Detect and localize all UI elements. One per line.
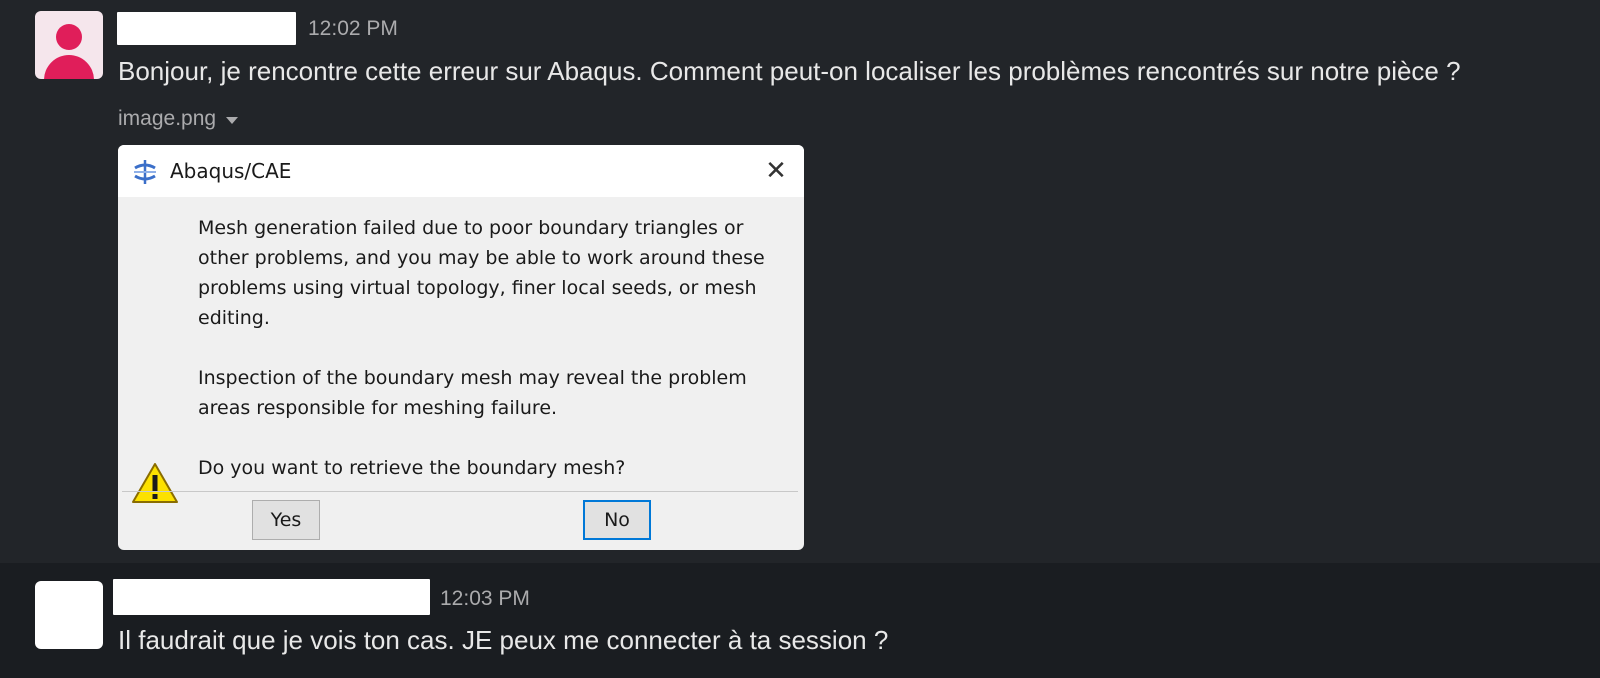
redacted-username[interactable]	[117, 12, 296, 45]
dialog-titlebar: Abaqus/CAE ✕	[118, 145, 804, 197]
avatar-body-shape	[44, 55, 94, 79]
warning-icon	[132, 463, 178, 503]
message-timestamp[interactable]: 12:02 PM	[308, 17, 398, 41]
attachment-image[interactable]: Abaqus/CAE ✕ Mesh generation failed due …	[118, 145, 804, 550]
dialog-title: Abaqus/CAE	[170, 159, 292, 183]
message-1: 12:02 PM Bonjour, je rencontre cette err…	[0, 0, 1600, 563]
chevron-down-icon[interactable]	[226, 117, 239, 124]
abaqus-icon	[134, 160, 156, 184]
message-text: Il faudrait que je vois ton cas. JE peux…	[118, 625, 889, 655]
user-avatar[interactable]	[35, 581, 103, 649]
dialog-paragraph: Mesh generation failed due to poor bound…	[198, 217, 765, 329]
dialog-message: Mesh generation failed due to poor bound…	[198, 213, 788, 483]
redacted-username[interactable]	[113, 579, 430, 615]
dialog-paragraph: Inspection of the boundary mesh may reve…	[198, 367, 747, 419]
attachment-header[interactable]: image.png	[118, 107, 239, 131]
user-avatar[interactable]	[35, 11, 103, 79]
yes-button[interactable]: Yes	[252, 500, 320, 540]
dialog-divider	[122, 491, 798, 492]
message-text: Bonjour, je rencontre cette erreur sur A…	[118, 56, 1461, 86]
dialog-question: Do you want to retrieve the boundary mes…	[198, 457, 626, 479]
close-icon[interactable]: ✕	[762, 157, 790, 185]
message-timestamp[interactable]: 12:03 PM	[440, 587, 530, 611]
attachment-filename: image.png	[118, 107, 217, 130]
avatar-head-shape	[56, 24, 82, 50]
no-button[interactable]: No	[583, 500, 651, 540]
